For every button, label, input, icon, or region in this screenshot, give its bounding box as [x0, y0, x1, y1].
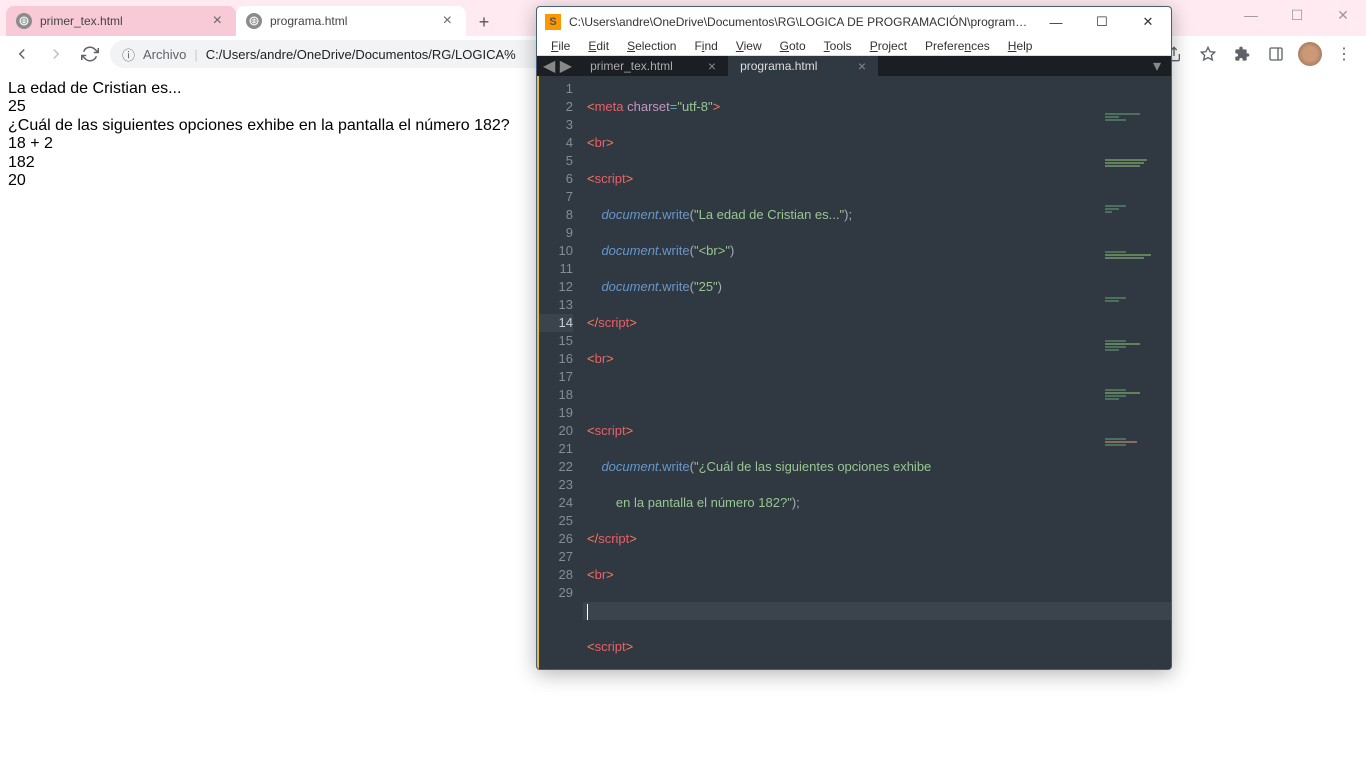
minimize-icon[interactable]: —: [1033, 7, 1079, 37]
close-icon[interactable]: ×: [858, 58, 866, 74]
menu-selection[interactable]: Selection: [619, 37, 684, 55]
extensions-icon[interactable]: [1228, 40, 1256, 68]
globe-icon: [16, 13, 32, 29]
sublime-app-icon: S: [545, 14, 561, 30]
close-icon[interactable]: ×: [708, 58, 716, 74]
info-icon: ⓘ: [122, 45, 135, 64]
window-title: C:\Users\andre\OneDrive\Documentos\RG\LO…: [569, 15, 1029, 29]
menu-goto[interactable]: Goto: [772, 37, 814, 55]
menu-preferences[interactable]: Preferences: [917, 37, 998, 55]
sublime-tab-bar: ◀ ▶ primer_tex.html × programa.html × ▾: [537, 56, 1171, 76]
tab-title: programa.html: [270, 14, 347, 28]
chrome-tab-1[interactable]: primer_tex.html ×: [6, 6, 236, 36]
menu-help[interactable]: Help: [1000, 37, 1041, 55]
editor-tab-2[interactable]: programa.html ×: [728, 56, 878, 76]
tab-name: primer_tex.html: [590, 59, 673, 73]
side-panel-icon[interactable]: [1262, 40, 1290, 68]
menu-find[interactable]: Find: [686, 37, 725, 55]
back-button[interactable]: [8, 40, 36, 68]
profile-avatar[interactable]: [1296, 40, 1324, 68]
close-icon[interactable]: ×: [439, 12, 456, 30]
chrome-tab-2[interactable]: programa.html ×: [236, 6, 466, 36]
close-icon[interactable]: ×: [209, 12, 226, 30]
tab-name: programa.html: [740, 59, 817, 73]
menu-project[interactable]: Project: [862, 37, 915, 55]
close-icon[interactable]: ✕: [1320, 0, 1366, 30]
globe-icon: [246, 13, 262, 29]
menu-file[interactable]: File: [543, 37, 578, 55]
editor-tab-1[interactable]: primer_tex.html ×: [578, 56, 728, 76]
address-path: C:/Users/andre/OneDrive/Documentos/RG/LO…: [206, 47, 516, 62]
reload-button[interactable]: [76, 40, 104, 68]
tab-nav-arrows[interactable]: ◀ ▶: [537, 56, 578, 76]
sublime-window-controls: — ☐ ✕: [1033, 7, 1171, 37]
tab-title: primer_tex.html: [40, 14, 123, 28]
sublime-window: S C:\Users\andre\OneDrive\Documentos\RG\…: [536, 6, 1172, 670]
menu-edit[interactable]: Edit: [580, 37, 617, 55]
menu-tools[interactable]: Tools: [816, 37, 860, 55]
sublime-titlebar[interactable]: S C:\Users\andre\OneDrive\Documentos\RG\…: [537, 7, 1171, 37]
chrome-window-controls: — ☐ ✕: [1228, 0, 1366, 30]
new-tab-button[interactable]: +: [470, 8, 498, 36]
maximize-icon[interactable]: ☐: [1274, 0, 1320, 30]
close-icon[interactable]: ✕: [1125, 7, 1171, 37]
minimize-icon[interactable]: —: [1228, 0, 1274, 30]
separator: |: [194, 47, 197, 62]
tab-dropdown-icon[interactable]: ▾: [1143, 56, 1171, 76]
bookmark-icon[interactable]: [1194, 40, 1222, 68]
menu-view[interactable]: View: [728, 37, 770, 55]
editor-body: 1234567891011 12131415161718192021222324…: [537, 76, 1171, 670]
sublime-menu-bar: File Edit Selection Find View Goto Tools…: [537, 37, 1171, 56]
line-gutter: 1234567891011 12131415161718192021222324…: [537, 76, 583, 670]
minimap[interactable]: [1101, 76, 1171, 246]
maximize-icon[interactable]: ☐: [1079, 7, 1125, 37]
address-label: Archivo: [143, 47, 186, 62]
code-area[interactable]: <meta charset="utf-8"> <br> <script> doc…: [583, 76, 1171, 670]
menu-icon[interactable]: ⋮: [1330, 40, 1358, 68]
forward-button[interactable]: [42, 40, 70, 68]
